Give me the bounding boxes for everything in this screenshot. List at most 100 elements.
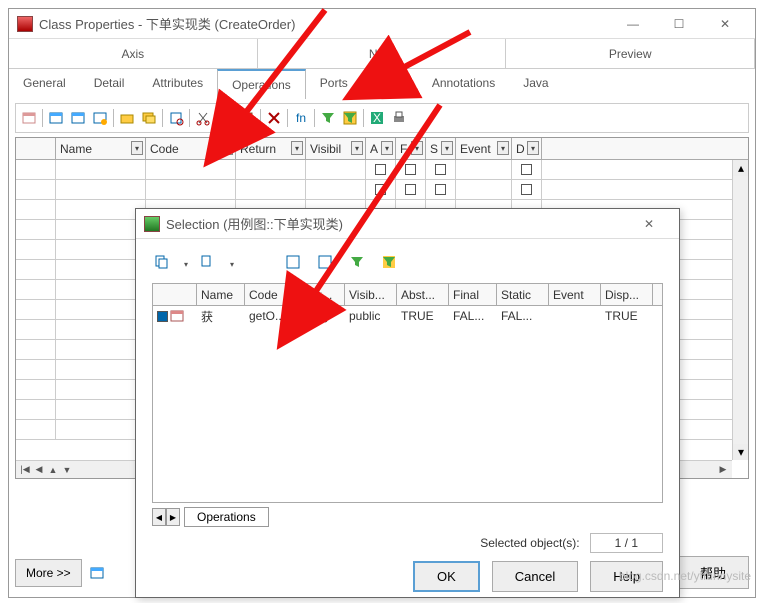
sel-tool-paste[interactable] <box>198 253 220 275</box>
toolbar-icon-delete[interactable] <box>265 109 283 127</box>
col-f[interactable]: F <box>396 138 426 159</box>
scroll-prev-icon[interactable]: ◀ <box>32 463 46 477</box>
checkbox-icon[interactable] <box>521 164 532 175</box>
cell-code: getO... <box>245 309 293 323</box>
grid-row[interactable] <box>16 160 748 180</box>
col-visibil[interactable]: Visibil <box>306 138 366 159</box>
row-checkbox-icon[interactable] <box>157 311 168 322</box>
sel-col[interactable]: Final <box>449 284 497 305</box>
sel-tool-filter[interactable] <box>348 253 370 275</box>
ok-button[interactable]: OK <box>413 561 480 592</box>
sel-col[interactable]: Event <box>549 284 601 305</box>
tab-operations[interactable]: Operations <box>217 69 306 99</box>
toolbar-icon-customize[interactable] <box>341 109 359 127</box>
sel-col[interactable]: Abst... <box>397 284 449 305</box>
help-button[interactable]: 帮助 <box>677 556 749 589</box>
status-count: 1 / 1 <box>590 533 663 553</box>
toolbar-icon-filter[interactable] <box>319 109 337 127</box>
tab-attributes[interactable]: Attributes <box>138 69 217 99</box>
toolbar-icon-excel[interactable]: X <box>368 109 386 127</box>
col-rowhead[interactable] <box>16 138 56 159</box>
sel-col[interactable]: Retu... <box>293 284 345 305</box>
tab-nav-prev[interactable]: ◀ <box>152 508 166 526</box>
checkbox-icon[interactable] <box>375 164 386 175</box>
sel-col[interactable]: Visib... <box>345 284 397 305</box>
checkbox-icon[interactable] <box>405 184 416 195</box>
selection-tab-operations[interactable]: Operations <box>184 507 269 527</box>
sel-tool-cust[interactable] <box>380 253 402 275</box>
cancel-button[interactable]: Cancel <box>492 561 578 592</box>
toolbar-icon-insert[interactable] <box>69 109 87 127</box>
close-button[interactable]: ✕ <box>703 10 747 38</box>
col-return[interactable]: Return <box>236 138 306 159</box>
scroll-right-icon[interactable]: ▶ <box>716 463 730 477</box>
scroll-up2-icon[interactable]: ▲ <box>46 463 60 477</box>
col-name[interactable]: Name <box>56 138 146 159</box>
cell-abst: TRUE <box>397 309 449 323</box>
scroll-first-icon[interactable]: |◀ <box>18 463 32 477</box>
col-a[interactable]: A <box>366 138 396 159</box>
row-object-icon <box>170 309 184 323</box>
grid-header: Name Code Return Visibil A F S Event D <box>16 138 748 160</box>
checkbox-icon[interactable] <box>405 164 416 175</box>
maximize-button[interactable]: ☐ <box>657 10 701 38</box>
grid-row[interactable] <box>16 180 748 200</box>
selection-header: NameCodeRetu...Visib...Abst...FinalStati… <box>153 284 662 306</box>
tab-annotations[interactable]: Annotations <box>418 69 509 99</box>
tab-ports[interactable]: Ports <box>306 69 362 99</box>
toolbar-icon-props[interactable] <box>20 109 38 127</box>
col-code[interactable]: Code <box>146 138 236 159</box>
sel-col[interactable] <box>153 284 197 305</box>
tab-parts[interactable]: Parts <box>362 69 418 99</box>
svg-text:X: X <box>373 111 381 125</box>
selection-row[interactable]: 获 getO... String public TRUE FAL... FAL.… <box>153 306 662 326</box>
checkbox-icon[interactable] <box>435 184 446 195</box>
svg-text:fn: fn <box>296 111 306 125</box>
tab-general[interactable]: General <box>9 69 80 99</box>
main-titlebar: Class Properties - 下单实现类 (CreateOrder) —… <box>9 9 755 39</box>
sel-col[interactable]: Static <box>497 284 549 305</box>
tab-axis[interactable]: Axis <box>9 39 258 68</box>
toolbar-icon-cut[interactable] <box>194 109 212 127</box>
sel-col[interactable]: Name <box>197 284 245 305</box>
selection-tabs: ◀ ▶ Operations <box>152 507 663 527</box>
sel-col[interactable]: Disp... <box>601 284 653 305</box>
col-event[interactable]: Event <box>456 138 512 159</box>
tab-nav-next[interactable]: ▶ <box>166 508 180 526</box>
checkbox-icon[interactable] <box>435 164 446 175</box>
operations-toolbar: fn X <box>15 103 749 133</box>
col-s[interactable]: S <box>426 138 456 159</box>
toolbar-icon-func[interactable]: fn <box>292 109 310 127</box>
selection-status: Selected object(s): 1 / 1 <box>152 527 663 559</box>
toolbar-icon-browse[interactable] <box>118 109 136 127</box>
toolbar-icon-print[interactable] <box>390 109 408 127</box>
toolbar-icon-new[interactable] <box>47 109 65 127</box>
toolbar-icon-find[interactable] <box>167 109 185 127</box>
scroll-down2-icon[interactable]: ▼ <box>60 463 74 477</box>
sel-col[interactable]: Code <box>245 284 293 305</box>
tab-detail[interactable]: Detail <box>80 69 139 99</box>
selection-close-button[interactable]: ✕ <box>627 210 671 238</box>
tab-java[interactable]: Java <box>509 69 562 99</box>
col-d[interactable]: D <box>512 138 542 159</box>
tab-preview[interactable]: Preview <box>506 39 755 68</box>
selection-help-button[interactable]: Help <box>590 561 663 592</box>
checkbox-icon[interactable] <box>521 184 532 195</box>
sel-tool-sel1[interactable] <box>284 253 306 275</box>
sel-tool-copy[interactable] <box>152 253 174 275</box>
app-icon <box>17 16 33 32</box>
tab-row-lower: General Detail Attributes Operations Por… <box>9 69 755 99</box>
more-button[interactable]: More >> <box>15 559 82 587</box>
footer-icon[interactable] <box>88 564 106 582</box>
vertical-scrollbar[interactable]: ▴ ▾ <box>732 160 748 460</box>
toolbar-icon-paste[interactable] <box>238 109 256 127</box>
scroll-down-icon[interactable]: ▾ <box>733 444 749 460</box>
scroll-up-icon[interactable]: ▴ <box>733 160 749 176</box>
checkbox-icon[interactable] <box>375 184 386 195</box>
tab-note[interactable]: Note <box>258 39 507 68</box>
toolbar-icon-dup[interactable] <box>140 109 158 127</box>
toolbar-icon-copy[interactable] <box>216 109 234 127</box>
toolbar-icon-add[interactable] <box>91 109 109 127</box>
sel-tool-sel2[interactable] <box>316 253 338 275</box>
minimize-button[interactable]: — <box>611 10 655 38</box>
